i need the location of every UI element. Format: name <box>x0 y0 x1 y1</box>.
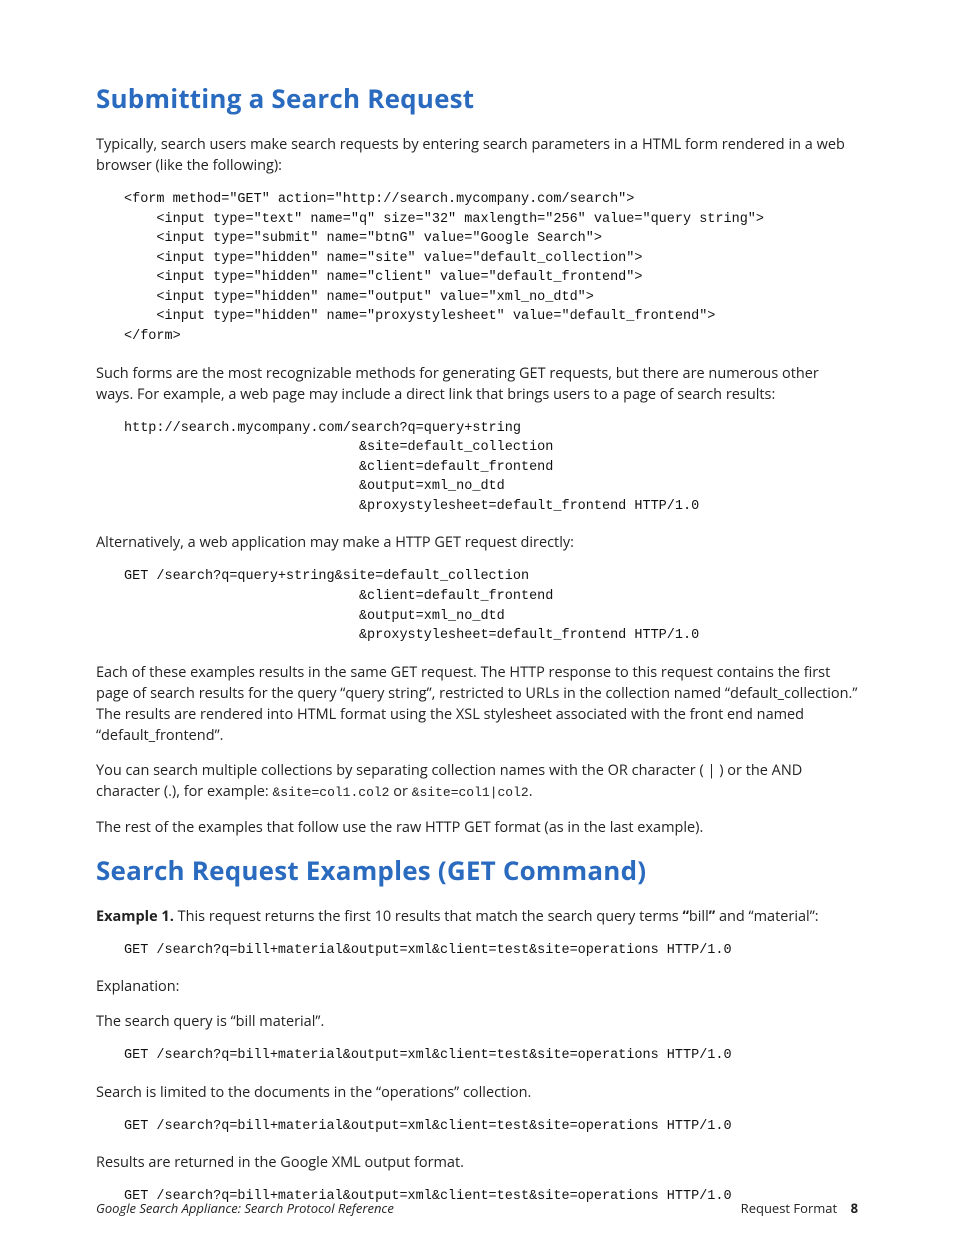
paragraph-collections: You can search multiple collections by s… <box>96 760 858 803</box>
explanation-label: Explanation: <box>96 976 858 997</box>
code-block-get: GET /search?q=query+string&site=default_… <box>96 567 858 645</box>
footer-section-label: Request Format <box>741 1199 838 1217</box>
paragraph: Typically, search users make search requ… <box>96 134 858 176</box>
code-block-example: GET /search?q=bill+material&output=xml&c… <box>96 1117 858 1137</box>
text-span: This request returns the first 10 result… <box>174 907 683 926</box>
section-heading-submitting: Submitting a Search Request <box>96 80 858 116</box>
paragraph: Alternatively, a web application may mak… <box>96 532 858 553</box>
explanation-line: Results are returned in the Google XML o… <box>96 1152 858 1173</box>
text-span: and “material”: <box>715 907 818 926</box>
inline-code: &site=col1.col2 <box>272 785 389 800</box>
explanation-line: Search is limited to the documents in th… <box>96 1082 858 1103</box>
page-footer: Google Search Appliance: Search Protocol… <box>96 1199 858 1217</box>
inline-code: &site=col1|col2 <box>412 785 529 800</box>
text-span: . <box>529 782 533 801</box>
code-block-url: http://search.mycompany.com/search?q=que… <box>96 419 858 517</box>
footer-doc-title: Google Search Appliance: Search Protocol… <box>96 1199 394 1217</box>
paragraph: The rest of the examples that follow use… <box>96 817 858 838</box>
code-block-example: GET /search?q=bill+material&output=xml&c… <box>96 941 858 961</box>
example-intro: Example 1. This request returns the firs… <box>96 906 858 927</box>
text-span: or <box>390 782 412 801</box>
code-block-example: GET /search?q=bill+material&output=xml&c… <box>96 1046 858 1066</box>
explanation-line: The search query is “bill material”. <box>96 1011 858 1032</box>
paragraph: Such forms are the most recognizable met… <box>96 363 858 405</box>
section-heading-examples: Search Request Examples (GET Command) <box>96 852 858 888</box>
example-label: Example 1. <box>96 907 174 926</box>
footer-right: Request Format 8 <box>741 1199 858 1217</box>
text-span: bill <box>689 907 709 926</box>
page-number: 8 <box>851 1199 858 1217</box>
paragraph: Each of these examples results in the sa… <box>96 662 858 746</box>
code-block-form: <form method="GET" action="http://search… <box>96 190 858 347</box>
document-page: Submitting a Search Request Typically, s… <box>0 0 954 1253</box>
